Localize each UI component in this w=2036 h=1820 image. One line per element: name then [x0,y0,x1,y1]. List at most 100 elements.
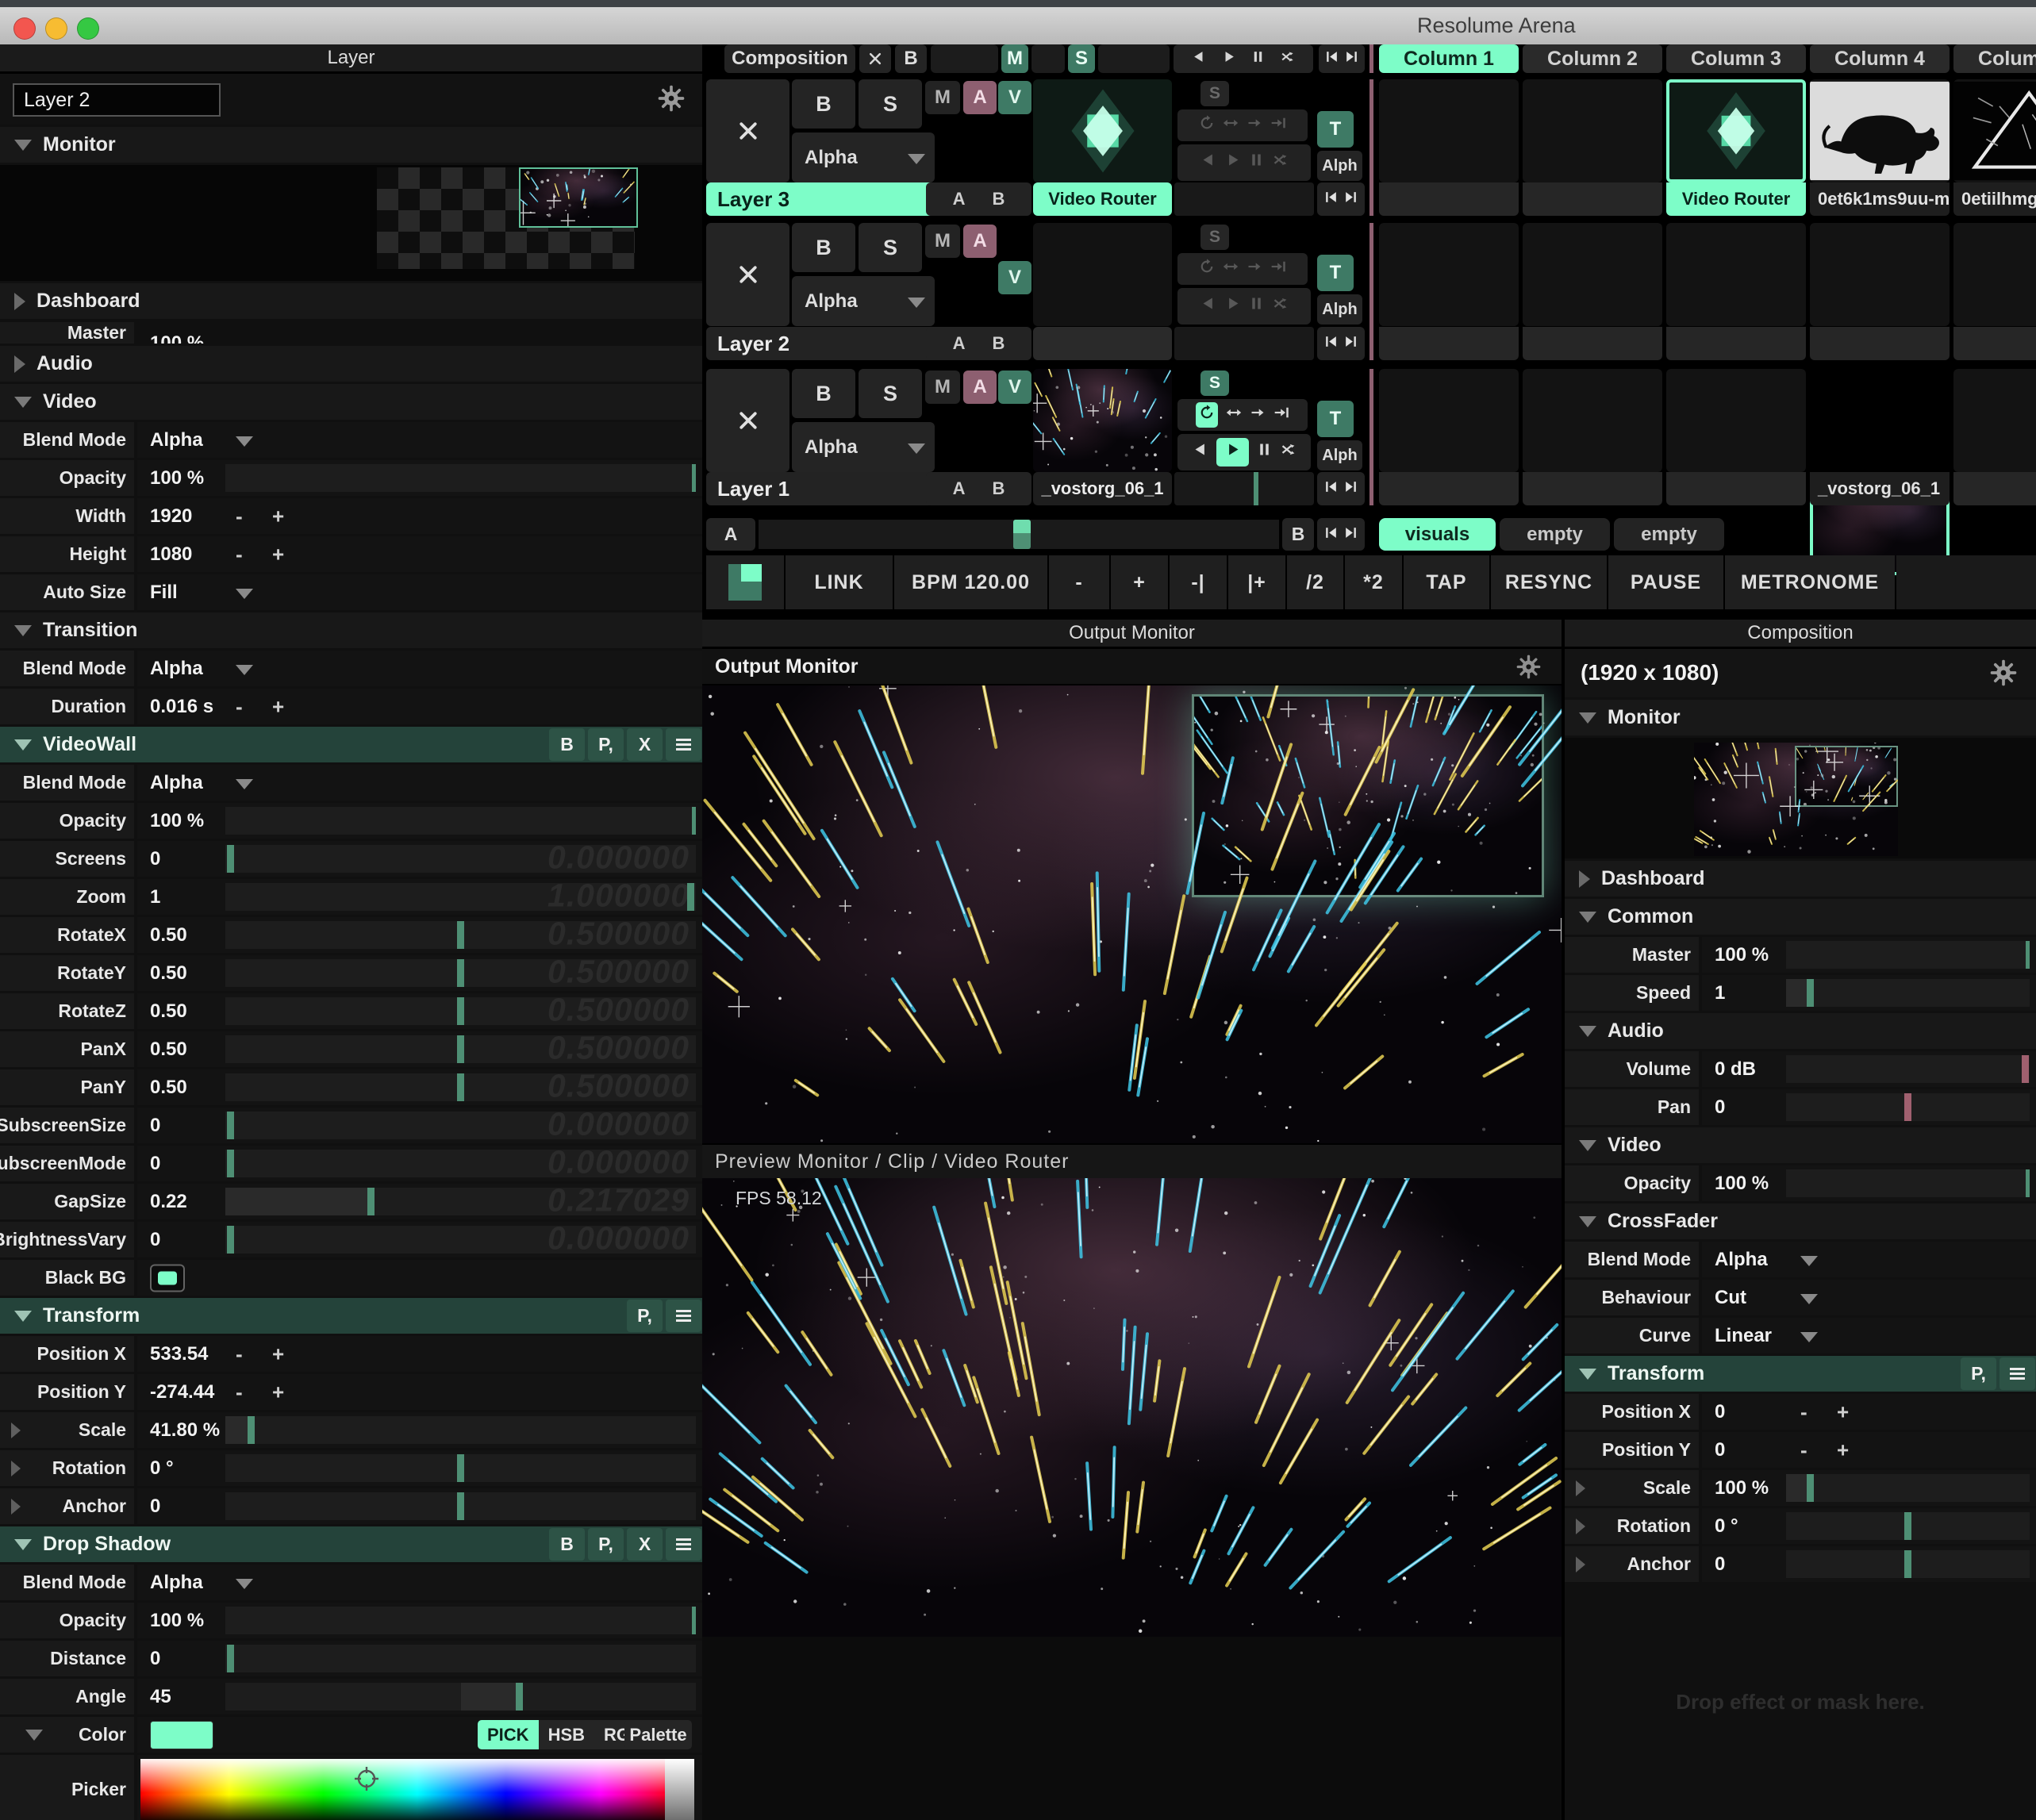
skip-forward-button[interactable] [1344,48,1359,70]
crossfader-a-label[interactable]: A [706,518,755,551]
param-control-blend-mode[interactable]: Alpha [137,651,702,686]
pause-at-end-button[interactable] [1270,114,1286,136]
section-header-monitor[interactable]: Monitor [1565,700,2036,735]
bpm-link-button[interactable]: LINK [786,555,893,609]
param-control-position-y[interactable]: 0-+ [1702,1432,2036,1468]
loop-mode-button[interactable] [1196,402,1218,428]
bounce-mode-button[interactable] [1223,114,1239,136]
param-control-opacity[interactable]: 100 % [137,1603,702,1638]
slider-handle[interactable] [692,464,696,492]
loop-mode-button[interactable] [1199,114,1215,136]
shuffle-button[interactable] [1272,152,1289,174]
param-control-pany[interactable]: 0.500.500000 [137,1069,702,1105]
slider-handle[interactable] [248,1416,255,1444]
layer-clear-button-layer-3[interactable] [706,79,789,182]
column-header-2[interactable]: Column 2 [1523,44,1662,73]
layer-clear-button-layer-2[interactable] [706,223,789,326]
effect-header-transform[interactable]: TransformP, [0,1298,702,1334]
assign-a-button[interactable]: A [953,189,966,209]
bpm--button[interactable]: -| [1170,555,1227,609]
assign-b-button[interactable]: B [993,333,1005,354]
layer-name-layer-2[interactable]: Layer 2 [706,327,934,360]
play-backward-button[interactable] [1193,441,1209,463]
slider-handle[interactable] [227,1645,234,1672]
layer-video-button-layer-3[interactable]: V [998,81,1031,114]
slider-handle[interactable] [457,1073,464,1101]
play-backward-button[interactable] [1200,295,1217,317]
slider-handle[interactable] [457,959,464,987]
slider-handle[interactable] [457,921,464,949]
param-control-rotation[interactable]: 0 ° [1702,1508,2036,1544]
empty-clip-name[interactable] [1523,472,1662,505]
increment-button[interactable]: + [272,504,284,528]
slider-handle[interactable] [1807,1474,1814,1502]
param-control-duration[interactable]: 0.016 s-+ [137,689,702,724]
increment-button[interactable]: + [272,542,284,566]
empty-clip-name[interactable] [1379,182,1519,216]
effect-header-videowall[interactable]: VideoWallBP,X [0,727,702,762]
param-control-position-y[interactable]: -274.44-+ [137,1374,702,1410]
effect-header-drop-shadow[interactable]: Drop ShadowBP,X [0,1526,702,1562]
empty-clip-name[interactable] [1666,472,1806,505]
forward-mode-button[interactable] [1247,114,1262,136]
layer-solo-button-layer-2[interactable]: S [859,223,922,272]
param-control-screens[interactable]: 00.000000 [137,841,702,877]
layer-name-layer-3[interactable]: Layer 3 [706,182,934,216]
slider-handle[interactable] [1807,979,1814,1007]
skip-forward-button[interactable] [1343,332,1358,355]
skip-forward-button[interactable] [1343,524,1358,546]
fx-menu-button[interactable] [666,1300,701,1332]
layer-mute-button-layer-2[interactable]: M [925,225,960,258]
clip-position-bar-layer-2[interactable] [1174,327,1314,360]
param-control-color[interactable]: PICKHSBRGBPalette [137,1717,702,1753]
pause-button[interactable] [1256,441,1273,463]
param-control-opacity[interactable]: 100 % [137,803,702,839]
param-control-blend-mode[interactable]: Alpha [137,422,702,458]
section-header-monitor[interactable]: Monitor [0,127,702,163]
slider-handle[interactable] [457,997,464,1025]
crossfader-b-label[interactable]: B [1282,518,1314,551]
play-button[interactable] [1221,48,1236,70]
empty-clip-cell[interactable] [1810,223,1950,326]
bpm--button[interactable]: + [1111,555,1168,609]
clip-position-bar-layer-1[interactable] [1174,472,1314,505]
param-control-scale[interactable]: 100 % [1702,1470,2036,1506]
pause-at-end-button[interactable] [1270,258,1286,280]
layer-blend-mode-dropdown-layer-3[interactable]: Alpha [792,132,935,182]
skip-back-button[interactable] [1323,478,1339,500]
slider-handle[interactable] [367,1188,375,1215]
empty-clip-name[interactable] [1379,327,1519,360]
slider-handle[interactable] [692,1607,696,1634]
slider-handle[interactable] [457,1454,464,1482]
empty-clip-cell[interactable] [1379,369,1519,472]
empty-clip-cell[interactable] [1953,223,2036,326]
slider-handle[interactable] [227,1112,234,1139]
layer-solo-button-layer-3[interactable]: S [859,79,922,129]
skip-back-button[interactable] [1323,188,1339,210]
layer-name-layer-1[interactable]: Layer 1 [706,472,934,505]
param-control-panx[interactable]: 0.500.500000 [137,1031,702,1067]
param-control-height[interactable]: 1080-+ [137,536,702,572]
slider-handle[interactable] [2026,1169,2030,1197]
skip-forward-button[interactable] [1343,478,1358,500]
empty-clip-cell[interactable] [1379,79,1519,182]
fx-p-button[interactable]: P, [1961,1357,1996,1390]
layer-transition-blend-layer-2[interactable]: Alph [1317,294,1362,324]
empty-clip-name[interactable] [1666,327,1806,360]
layer-audio-button-layer-3[interactable]: A [963,81,997,114]
pause-button[interactable] [1248,295,1265,317]
composition-close-button[interactable] [859,44,891,73]
param-control-rotatez[interactable]: 0.500.500000 [137,993,702,1029]
assign-b-button[interactable]: B [993,189,1005,209]
layer-transition-button-layer-2[interactable]: T [1317,255,1354,291]
param-control-angle[interactable]: 45 [137,1679,702,1714]
param-control-blend-mode[interactable]: Alpha [1702,1242,2036,1277]
param-control-blend-mode[interactable]: Alpha [137,765,702,801]
pause-button[interactable] [1250,48,1266,70]
layer-settings-gear-icon[interactable] [658,85,685,116]
crossfader-slider[interactable] [759,520,1279,549]
clip-position-bar-layer-3[interactable] [1174,182,1314,216]
layer-clip-thumbnail-layer-1[interactable] [1033,369,1172,472]
decrement-button[interactable]: - [236,504,243,528]
bpm-2-button[interactable]: /2 [1287,555,1343,609]
